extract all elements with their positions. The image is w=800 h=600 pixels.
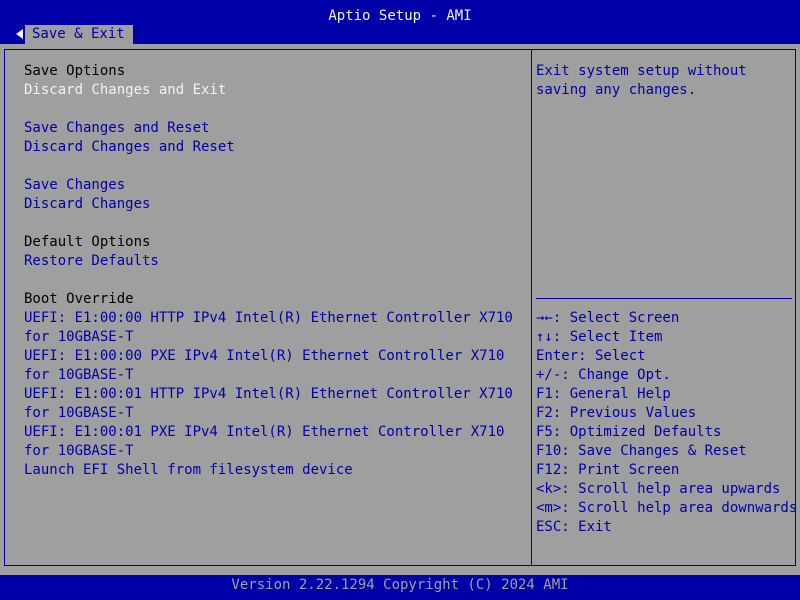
key-help-f1: F1: General Help <box>536 386 671 402</box>
discard-changes-item[interactable]: Discard Changes <box>24 195 150 214</box>
key-help-f5: F5: Optimized Defaults <box>536 424 722 440</box>
discard-changes-and-exit-item[interactable]: Discard Changes and Exit <box>24 81 226 100</box>
default-options-heading: Default Options <box>24 234 151 250</box>
key-help-select-item: ↑↓: Select Item <box>536 329 663 345</box>
boot-entry-http-01-cont[interactable]: for 10GBASE-T <box>24 404 134 423</box>
restore-defaults-item[interactable]: Restore Defaults <box>24 252 159 271</box>
boot-entry-http-00[interactable]: UEFI: E1:00:00 HTTP IPv4 Intel(R) Ethern… <box>24 309 513 328</box>
discard-changes-and-reset-item[interactable]: Discard Changes and Reset <box>24 138 235 157</box>
footer-bar: Version 2.22.1294 Copyright (C) 2024 AMI <box>0 575 800 600</box>
key-help-f12: F12: Print Screen <box>536 462 680 478</box>
boot-entry-pxe-01[interactable]: UEFI: E1:00:01 PXE IPv4 Intel(R) Etherne… <box>24 423 504 442</box>
help-text-line: Exit system setup without <box>536 63 747 79</box>
boot-entry-http-01[interactable]: UEFI: E1:00:01 HTTP IPv4 Intel(R) Ethern… <box>24 385 513 404</box>
key-help-enter: Enter: Select <box>536 348 646 364</box>
save-changes-and-reset-item[interactable]: Save Changes and Reset <box>24 119 209 138</box>
boot-entry-pxe-01-cont[interactable]: for 10GBASE-T <box>24 442 134 461</box>
boot-entry-http-00-cont[interactable]: for 10GBASE-T <box>24 328 134 347</box>
key-help-scroll-down: <m>: Scroll help area downwards <box>536 500 798 516</box>
header-bar: Aptio Setup - AMI Save & Exit <box>0 0 800 44</box>
version-text: Version 2.22.1294 Copyright (C) 2024 AMI <box>231 577 569 593</box>
app-title: Aptio Setup - AMI <box>328 8 472 24</box>
key-help-change-opt: +/-: Change Opt. <box>536 367 671 383</box>
save-options-heading: Save Options <box>24 63 126 79</box>
panel-divider <box>531 49 532 566</box>
help-separator <box>536 298 792 299</box>
boot-entry-pxe-00-cont[interactable]: for 10GBASE-T <box>24 366 134 385</box>
boot-entry-pxe-00[interactable]: UEFI: E1:00:00 PXE IPv4 Intel(R) Etherne… <box>24 347 504 366</box>
key-help-f10: F10: Save Changes & Reset <box>536 443 747 459</box>
key-help-esc: ESC: Exit <box>536 519 612 535</box>
boot-override-heading: Boot Override <box>24 291 134 307</box>
left-arrow-icon <box>16 29 23 39</box>
save-changes-item[interactable]: Save Changes <box>24 176 125 195</box>
tab-save-exit[interactable]: Save & Exit <box>25 25 133 44</box>
launch-efi-shell-item[interactable]: Launch EFI Shell from filesystem device <box>24 461 353 480</box>
help-text-line: saving any changes. <box>536 82 697 98</box>
key-help-scroll-up: <k>: Scroll help area upwards <box>536 481 781 497</box>
key-help-select-screen: →←: Select Screen <box>536 310 680 326</box>
key-help-f2: F2: Previous Values <box>536 405 697 421</box>
